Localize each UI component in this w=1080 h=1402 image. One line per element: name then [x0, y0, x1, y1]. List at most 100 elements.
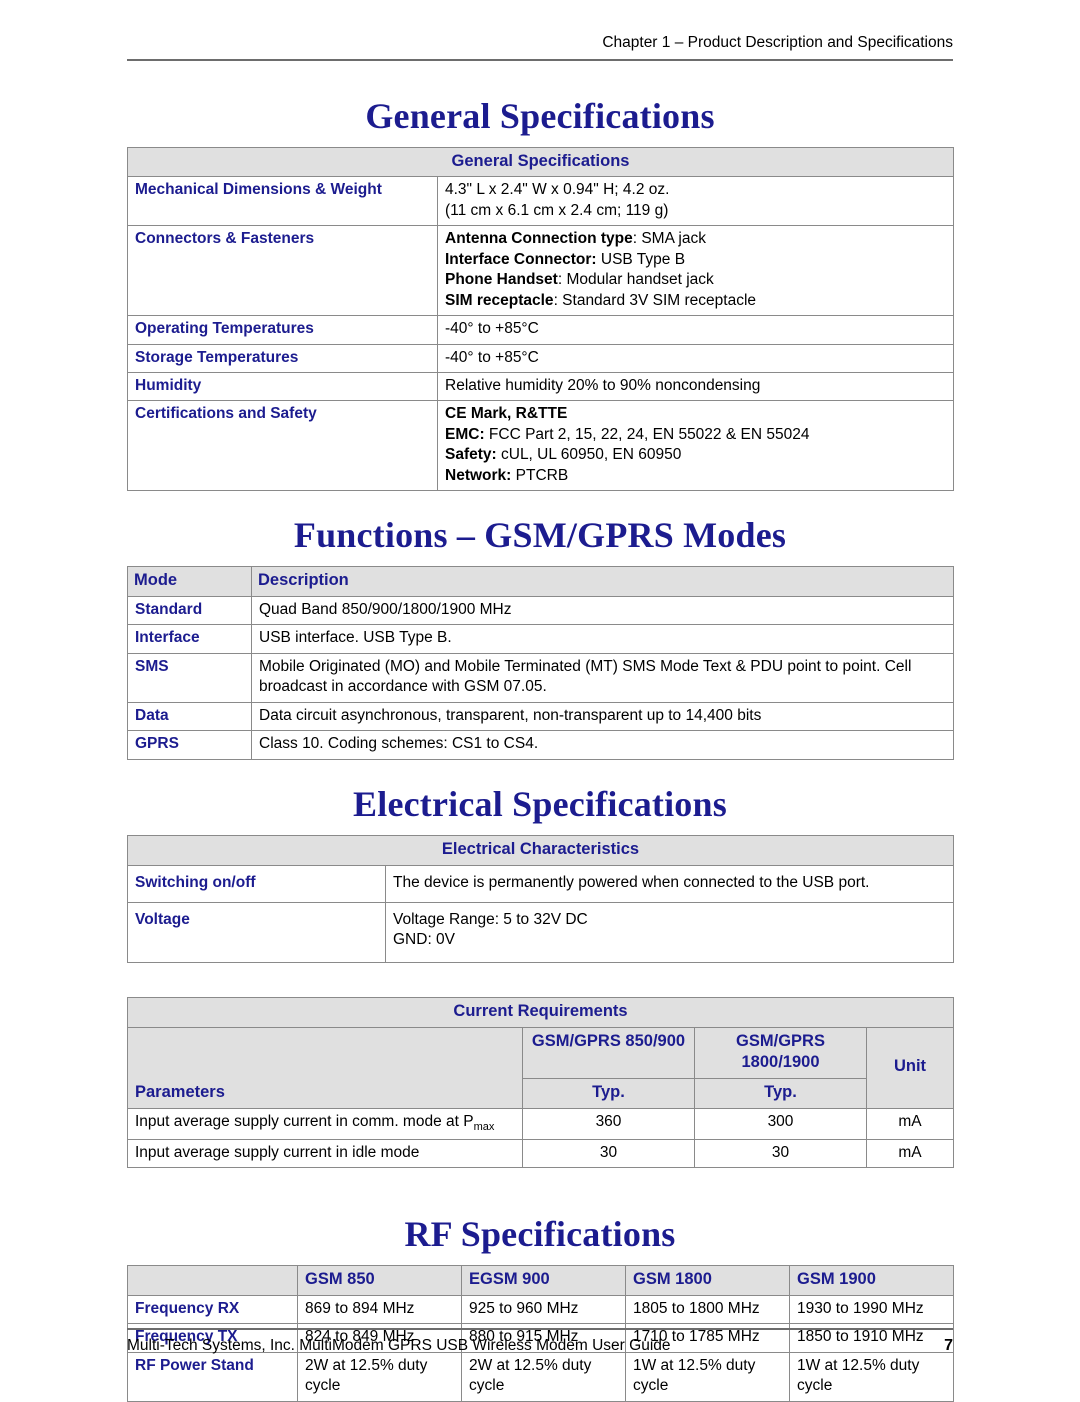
document-page: Chapter 1 – Product Description and Spec… [0, 0, 1080, 1402]
table-electrical-characteristics: Electrical Characteristics Switching on/… [126, 834, 955, 963]
cell-rf-power-egsm900: 2W at 12.5% duty cycle [461, 1351, 626, 1402]
table-row: Connectors & Fasteners Antenna Connectio… [127, 225, 954, 317]
cert-line-4-key: Network: [445, 466, 512, 484]
comm-mode-subscript: max [473, 1121, 495, 1134]
table-banner-row: Current Requirements [126, 996, 955, 1028]
section-title-general-specifications: General Specifications [365, 95, 715, 136]
column-header-gsm-gprs-850-900: GSM/GPRS 850/900 [522, 1026, 695, 1080]
table-row: Certifications and Safety CE Mark, R&TTE… [127, 400, 954, 492]
table-general-specifications: General Specifications Mechanical Dimens… [127, 146, 954, 492]
column-header-description: Description [251, 566, 954, 598]
row-label-data: Data [127, 701, 252, 732]
column-header-unit: Unit [865, 1026, 955, 1109]
table-row: Frequency RX 869 to 894 MHz 925 to 960 M… [127, 1294, 954, 1325]
section-title-rf-specifications: RF Specifications [404, 1213, 676, 1254]
conn-line-1: Antenna Connection type: SMA jack [445, 229, 946, 249]
cell-rf-power-gsm850: 2W at 12.5% duty cycle [297, 1351, 462, 1402]
section-title-electrical-specifications: Electrical Specifications [353, 783, 727, 824]
conn-line-3-val: : Modular handset jack [557, 271, 714, 289]
cell-rf-power-gsm1900: 1W at 12.5% duty cycle [789, 1351, 954, 1402]
row-value-voltage: Voltage Range: 5 to 32V DC GND: 0V [384, 901, 955, 963]
column-subheader-typ-850-900: Typ. [522, 1078, 695, 1109]
table-row: SMS Mobile Originated (MO) and Mobile Te… [127, 652, 954, 703]
table-gsm-gprs-modes: Mode Description Standard Quad Band 850/… [127, 566, 954, 760]
cell-comm-mode-unit: mA [865, 1107, 955, 1140]
conn-line-4-val: : Standard 3V SIM receptacle [553, 291, 757, 309]
table-row: Mechanical Dimensions & Weight 4.3" L x … [127, 176, 954, 227]
voltage-line-2: GND: 0V [393, 931, 456, 949]
row-label-comm-mode-pmax: Input average supply current in comm. mo… [127, 1107, 523, 1140]
conn-line-4: SIM receptacle: Standard 3V SIM receptac… [445, 291, 946, 311]
table-row: Data Data circuit asynchronous, transpar… [127, 701, 954, 732]
table-row: Storage Temperatures -40° to +85°C [127, 343, 954, 373]
row-label-humidity: Humidity [127, 371, 438, 402]
row-label-switching-on-off: Switching on/off [127, 864, 386, 903]
column-header-gsm-gprs-1800-1900: GSM/GPRS 1800/1900 [694, 1026, 867, 1080]
row-value-connectors-fasteners: Antenna Connection type: SMA jack Interf… [437, 225, 954, 317]
footer-divider [127, 1328, 953, 1330]
row-label-gprs: GPRS [127, 730, 252, 760]
cert-line-4-val: PTCRB [511, 466, 569, 484]
row-value-switching-on-off: The device is permanently powered when c… [384, 864, 955, 903]
row-label-voltage: Voltage [127, 901, 386, 963]
conn-line-1-key: Antenna Connection type [445, 230, 633, 248]
column-subheader-typ-1800-1900: Typ. [694, 1078, 867, 1109]
cell-frequency-rx-gsm1900: 1930 to 1990 MHz [789, 1294, 954, 1325]
banner-current-requirements: Current Requirements [126, 996, 955, 1028]
row-label-sms: SMS [127, 652, 252, 703]
comm-mode-text: Input average supply current in comm. mo… [135, 1112, 474, 1130]
row-value-certifications-safety: CE Mark, R&TTE EMC: FCC Part 2, 15, 22, … [437, 400, 954, 492]
cert-line-1: CE Mark, R&TTE [445, 404, 946, 424]
row-value-standard: Quad Band 850/900/1800/1900 MHz [251, 596, 954, 626]
conn-line-2-val: USB Type B [596, 250, 686, 268]
table-header-row: Mode Description [127, 566, 954, 598]
table-row: RF Power Stand 2W at 12.5% duty cycle 2W… [127, 1351, 954, 1402]
footer-row: Multi-Tech Systems, Inc. MultiModem GPRS… [127, 1337, 953, 1355]
cert-line-3-key: Safety: [445, 446, 497, 464]
conn-line-1-val: : SMA jack [632, 230, 706, 248]
row-value-interface: USB interface. USB Type B. [251, 624, 954, 654]
row-value-storage-temperatures: -40° to +85°C [437, 343, 954, 373]
mech-line-2: (11 cm x 6.1 cm x 2.4 cm; 119 g) [445, 201, 669, 219]
cell-idle-mode-1800-1900: 30 [694, 1138, 867, 1168]
column-header-egsm-900: EGSM 900 [461, 1264, 626, 1296]
row-value-mechanical-dimensions: 4.3" L x 2.4" W x 0.94" H; 4.2 oz. (11 c… [437, 176, 954, 227]
row-label-mechanical-dimensions: Mechanical Dimensions & Weight [127, 176, 438, 227]
cell-rf-power-gsm1800: 1W at 12.5% duty cycle [625, 1351, 790, 1402]
row-label-operating-temperatures: Operating Temperatures [127, 315, 438, 345]
column-header-gsm-1900: GSM 1900 [789, 1264, 954, 1296]
row-label-frequency-rx: Frequency RX [127, 1294, 298, 1325]
column-header-parameters: Parameters [127, 1026, 523, 1109]
conn-line-4-key: SIM receptacle [445, 291, 554, 309]
footer-text: Multi-Tech Systems, Inc. MultiModem GPRS… [127, 1337, 671, 1354]
table-row: Operating Temperatures -40° to +85°C [127, 315, 954, 345]
mech-line-1: 4.3" L x 2.4" W x 0.94" H; 4.2 oz. [445, 181, 670, 199]
banner-general-specifications: General Specifications [127, 146, 954, 178]
row-label-storage-temperatures: Storage Temperatures [127, 343, 438, 373]
table-current-requirements: Current Requirements Parameters GSM/GPRS… [126, 996, 955, 1168]
row-label-connectors-fasteners: Connectors & Fasteners [127, 225, 438, 317]
table-banner-row: General Specifications [127, 146, 954, 178]
column-header-gsm-1800: GSM 1800 [625, 1264, 790, 1296]
table-row: Input average supply current in idle mod… [127, 1138, 955, 1168]
row-label-idle-mode: Input average supply current in idle mod… [127, 1138, 523, 1168]
section-title-functions-gsm-gprs-modes: Functions – GSM/GPRS Modes [293, 515, 787, 556]
cert-line-4: Network: PTCRB [445, 466, 946, 486]
banner-electrical-characteristics: Electrical Characteristics [126, 834, 955, 866]
table-row: Input average supply current in comm. mo… [127, 1107, 955, 1140]
row-label-rf-power-stand: RF Power Stand [127, 1351, 298, 1402]
cert-line-2: EMC: FCC Part 2, 15, 22, 24, EN 55022 & … [445, 425, 946, 445]
conn-line-2-key: Interface Connector: [445, 250, 597, 268]
conn-line-3-key: Phone Handset [445, 271, 558, 289]
row-value-sms: Mobile Originated (MO) and Mobile Termin… [251, 652, 954, 703]
table-header-row: Parameters GSM/GPRS 850/900 GSM/GPRS 180… [127, 1026, 955, 1109]
row-value-data: Data circuit asynchronous, transparent, … [251, 701, 954, 732]
table-row: Humidity Relative humidity 20% to 90% no… [127, 371, 954, 402]
conn-line-3: Phone Handset: Modular handset jack [445, 270, 946, 290]
cell-frequency-rx-gsm850: 869 to 894 MHz [297, 1294, 462, 1325]
running-header: Chapter 1 – Product Description and Spec… [127, 0, 953, 61]
column-header-gsm-850: GSM 850 [297, 1264, 462, 1296]
cell-idle-mode-unit: mA [865, 1138, 955, 1168]
footer-page-number: 7 [944, 1337, 953, 1354]
column-header-mode: Mode [127, 566, 252, 598]
